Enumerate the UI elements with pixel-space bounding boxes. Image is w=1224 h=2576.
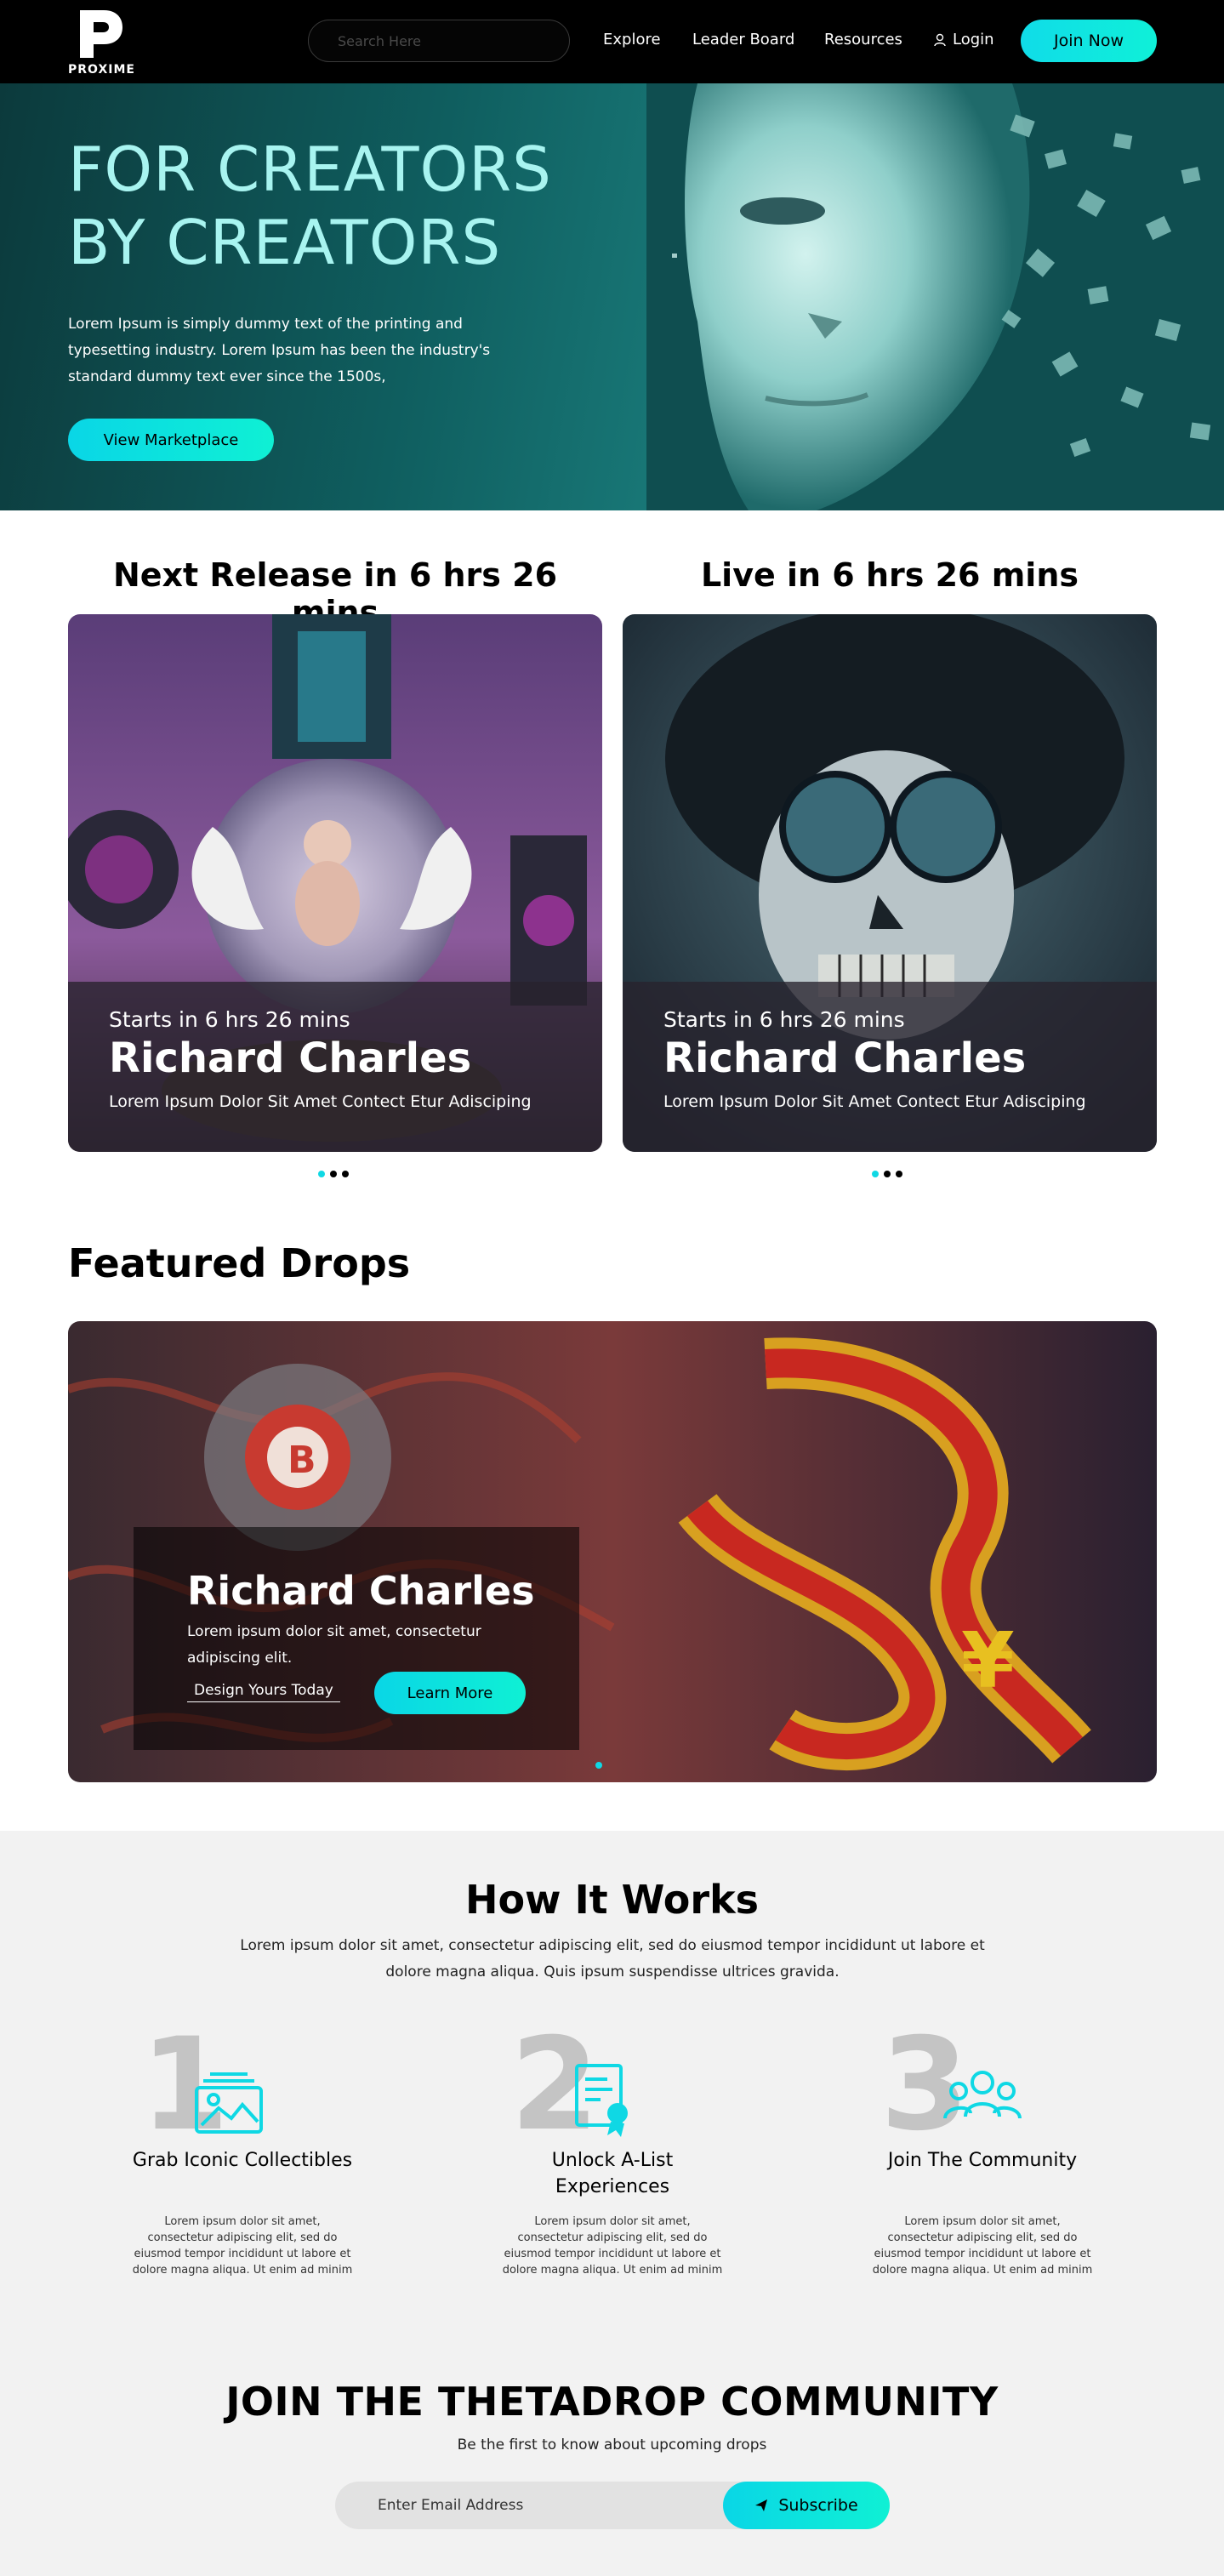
- step-text: Lorem ipsum dolor sit amet, consectetur …: [872, 2215, 1093, 2277]
- step-2: 2 Unlock A-List Experiences Lorem ipsum …: [502, 2021, 723, 2290]
- logo-text: PROXIME: [68, 63, 135, 77]
- hero-face-artwork: [646, 83, 1224, 510]
- carousel-dot[interactable]: [330, 1171, 337, 1177]
- card-start-time: Starts in 6 hrs 26 mins: [109, 1007, 350, 1032]
- featured-drops-title: Featured Drops: [68, 1240, 411, 1286]
- login-label: Login: [953, 31, 994, 48]
- nav-link-explore[interactable]: Explore: [603, 31, 661, 48]
- nav-link-leader-board[interactable]: Leader Board: [692, 31, 794, 48]
- hero-title-line-2: BY CREATORS: [68, 207, 502, 278]
- carousel-dot[interactable]: [342, 1171, 349, 1177]
- step-title: Unlock A-List Experiences: [551, 2150, 674, 2197]
- live-heading: Live in 6 hrs 26 mins: [700, 556, 1079, 594]
- community-icon: [943, 2071, 1022, 2119]
- step-1: 1 Grab Iconic Collectibles Lorem ipsum d…: [132, 2021, 353, 2290]
- card-description: Lorem Ipsum Dolor Sit Amet Contect Etur …: [109, 1092, 532, 1111]
- card-artist-name: Richard Charles: [663, 1034, 1027, 1082]
- subscribe-form: Subscribe: [335, 2482, 890, 2529]
- proxime-logo[interactable]: PROXIME: [68, 7, 136, 78]
- carousel-dot[interactable]: [896, 1171, 902, 1177]
- card-start-time: Starts in 6 hrs 26 mins: [663, 1007, 905, 1032]
- logo-p-icon: [80, 10, 122, 58]
- step-title: Grab Iconic Collectibles: [132, 2150, 353, 2171]
- card-artist-name: Richard Charles: [109, 1034, 472, 1082]
- step-text: Lorem ipsum dolor sit amet, consectetur …: [502, 2215, 723, 2277]
- top-navbar: PROXIME Explore Leader Board Resources L…: [0, 0, 1224, 83]
- email-input[interactable]: [335, 2482, 726, 2529]
- svg-text:¥: ¥: [961, 1616, 1015, 1706]
- svg-text:B: B: [287, 1439, 316, 1482]
- featured-drop-banner: B ¥ Richard Charles Lorem ipsum dolor si…: [68, 1321, 1157, 1782]
- hero-title-line-1: FOR CREATORS: [68, 134, 552, 205]
- search-input[interactable]: [308, 20, 570, 62]
- how-it-works-subtitle: Lorem ipsum dolor sit amet, consectetur …: [240, 1937, 985, 1980]
- featured-description: Lorem ipsum dolor sit amet, consectetur …: [187, 1623, 481, 1667]
- login-link[interactable]: Login: [934, 31, 994, 48]
- step-text: Lorem ipsum dolor sit amet, consectetur …: [132, 2215, 353, 2277]
- nav-link-resources[interactable]: Resources: [824, 31, 902, 48]
- hero-description: Lorem Ipsum is simply dummy text of the …: [68, 316, 491, 385]
- hero-banner: FOR CREATORS BY CREATORS Lorem Ipsum is …: [0, 83, 1224, 510]
- certificate-icon: [575, 2064, 628, 2137]
- subscribe-label: Subscribe: [778, 2496, 858, 2515]
- how-it-works-section: How It Works Lorem ipsum dolor sit amet,…: [0, 1831, 1224, 2576]
- join-community-title: JOIN THE THETADROP COMMUNITY: [225, 2379, 999, 2425]
- join-community-subtitle: Be the first to know about upcoming drop…: [457, 2436, 767, 2453]
- design-yours-today-link[interactable]: Design Yours Today: [187, 1682, 340, 1702]
- learn-more-button[interactable]: Learn More: [374, 1672, 526, 1714]
- carousel-dots-next: [318, 1171, 349, 1177]
- featured-artist-name: Richard Charles: [187, 1568, 535, 1614]
- subscribe-button[interactable]: Subscribe: [723, 2482, 890, 2529]
- carousel-dot[interactable]: [318, 1171, 325, 1177]
- carousel-dot[interactable]: [884, 1171, 891, 1177]
- release-card-next[interactable]: Starts in 6 hrs 26 mins Richard Charles …: [68, 614, 602, 1152]
- view-marketplace-button[interactable]: View Marketplace: [68, 419, 274, 461]
- carousel-dot[interactable]: [872, 1171, 879, 1177]
- join-now-button[interactable]: Join Now: [1021, 20, 1157, 62]
- card-description: Lorem Ipsum Dolor Sit Amet Contect Etur …: [663, 1092, 1086, 1111]
- send-icon: [755, 2499, 768, 2511]
- hero-title: FOR CREATORS BY CREATORS: [68, 133, 595, 279]
- carousel-dots-live: [872, 1171, 902, 1177]
- step-3: 3 Join The Community Lorem ipsum dolor s…: [872, 2021, 1093, 2290]
- carousel-dot[interactable]: [595, 1762, 602, 1769]
- user-icon: [934, 33, 946, 46]
- release-card-live[interactable]: Starts in 6 hrs 26 mins Richard Charles …: [623, 614, 1157, 1152]
- gallery-icon: [195, 2072, 263, 2134]
- step-title: Join The Community: [887, 2150, 1078, 2171]
- how-it-works-title: How It Works: [464, 1877, 760, 1923]
